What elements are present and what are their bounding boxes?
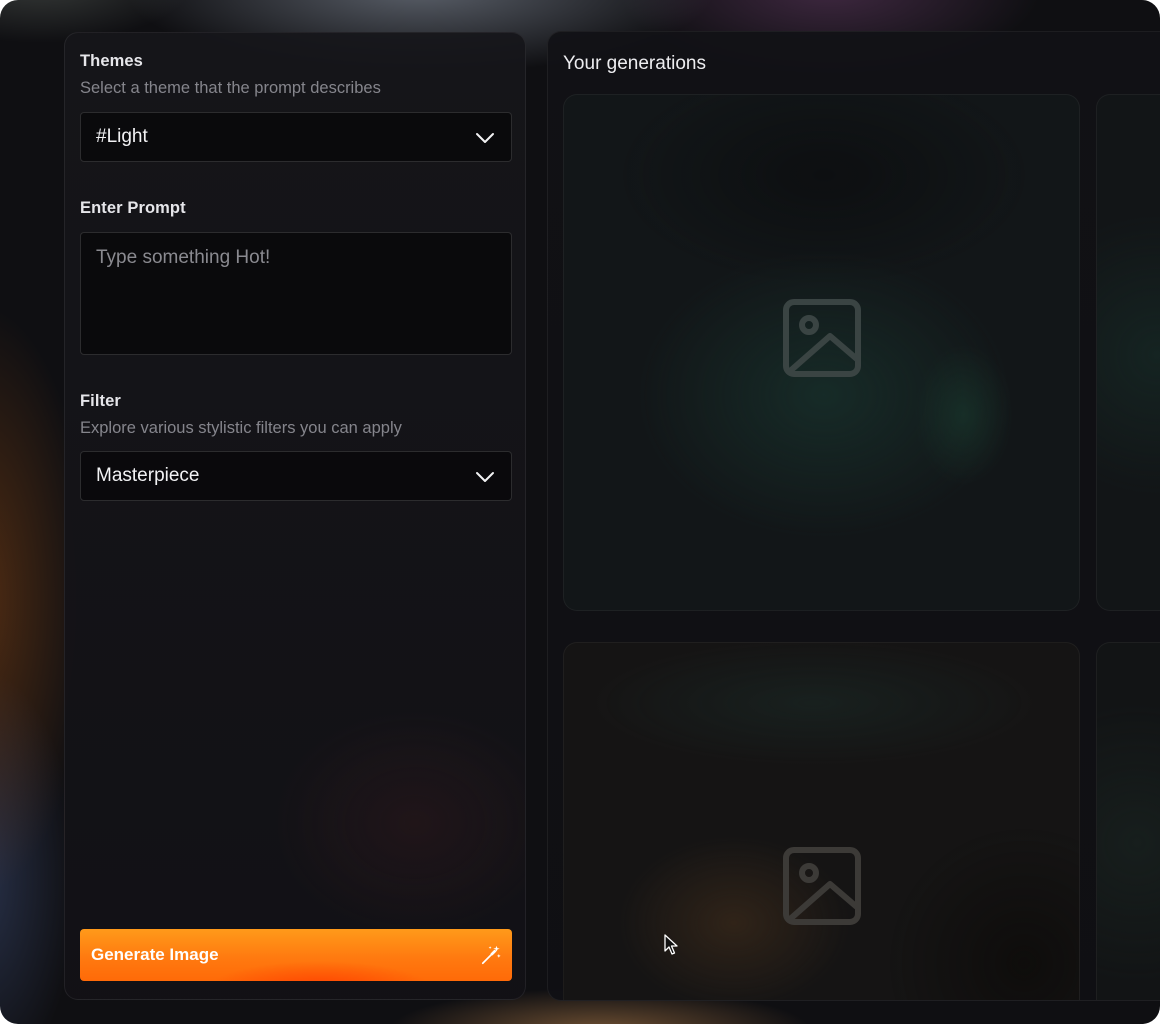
generations-panel: Your generations bbox=[547, 31, 1160, 1001]
generation-card[interactable] bbox=[563, 642, 1080, 1000]
generate-image-button[interactable]: Generate Image bbox=[80, 929, 512, 981]
mouse-cursor-icon bbox=[664, 934, 678, 955]
chevron-down-icon bbox=[476, 133, 494, 143]
filter-select[interactable]: Masterpiece bbox=[80, 451, 512, 501]
prompt-title: Enter Prompt bbox=[80, 199, 186, 217]
generations-title: Your generations bbox=[563, 53, 706, 74]
filter-subtitle: Explore various stylistic filters you ca… bbox=[80, 419, 402, 437]
filter-title: Filter bbox=[80, 392, 121, 410]
theme-select-value: #Light bbox=[96, 126, 148, 147]
generation-card[interactable] bbox=[1096, 642, 1160, 1000]
app-window: Themes Select a theme that the prompt de… bbox=[0, 0, 1160, 1024]
settings-panel: Themes Select a theme that the prompt de… bbox=[64, 32, 526, 1000]
generation-card[interactable] bbox=[563, 94, 1080, 611]
filter-select-value: Masterpiece bbox=[96, 465, 200, 486]
generation-card[interactable] bbox=[1096, 94, 1160, 611]
chevron-down-icon bbox=[476, 472, 494, 482]
theme-select[interactable]: #Light bbox=[80, 112, 512, 162]
themes-title: Themes bbox=[80, 52, 143, 70]
image-placeholder-icon bbox=[783, 299, 861, 377]
themes-subtitle: Select a theme that the prompt describes bbox=[80, 79, 381, 97]
magic-wand-icon bbox=[481, 945, 501, 965]
image-placeholder-icon bbox=[783, 847, 861, 925]
prompt-input[interactable] bbox=[80, 232, 512, 355]
generate-image-label: Generate Image bbox=[91, 945, 219, 964]
